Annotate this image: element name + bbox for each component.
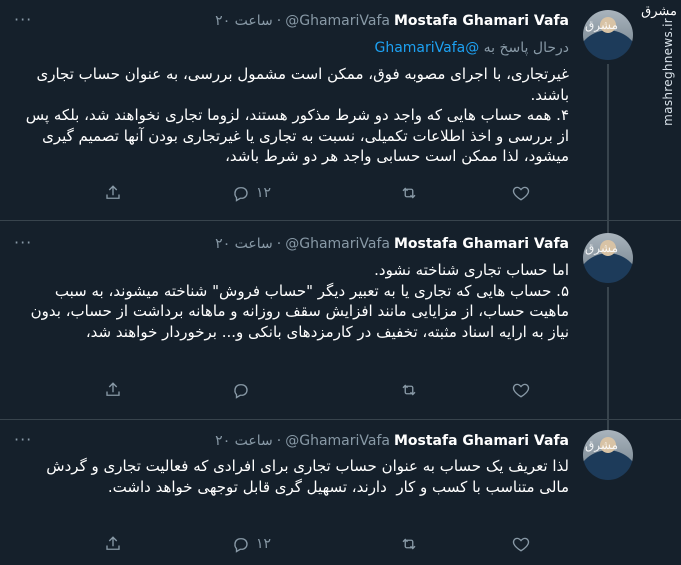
more-options-icon[interactable]: ··· xyxy=(14,430,32,449)
comment-icon xyxy=(234,187,248,202)
timestamp[interactable]: ۲۰ ساعت xyxy=(215,13,273,29)
handle[interactable]: @GhamariVafa xyxy=(285,236,390,252)
more-options-icon[interactable]: ··· xyxy=(14,233,32,252)
retweet-button[interactable] xyxy=(400,184,418,202)
like-button[interactable] xyxy=(512,184,530,202)
handle[interactable]: @GhamariVafa xyxy=(285,13,390,29)
reply-count: ۱۲ xyxy=(256,185,272,201)
heart-icon xyxy=(512,537,530,552)
reply-prefix: درحال پاسخ به xyxy=(483,40,569,56)
reply-button[interactable]: ۱۲ xyxy=(232,184,271,202)
share-icon xyxy=(106,536,120,550)
reply-button[interactable]: ۱۲ xyxy=(232,535,271,553)
display-name[interactable]: Mostafa Ghamari Vafa xyxy=(394,433,569,449)
heart-icon xyxy=(512,383,530,398)
separator-dot: · xyxy=(276,13,282,29)
action-bar xyxy=(0,381,565,403)
share-button[interactable] xyxy=(104,381,122,399)
avatar[interactable]: مشرق xyxy=(583,233,633,283)
share-icon xyxy=(106,185,120,199)
tweet-header: Mostafa Ghamari Vafa @GhamariVafa · ۲۰ س… xyxy=(215,431,569,451)
retweet-icon xyxy=(402,384,416,396)
thread-line xyxy=(607,221,609,233)
retweet-button[interactable] xyxy=(400,535,418,553)
retweet-icon xyxy=(402,187,416,199)
share-icon xyxy=(106,382,120,396)
display-name[interactable]: Mostafa Ghamari Vafa xyxy=(394,13,569,29)
more-options-icon[interactable]: ··· xyxy=(14,10,32,29)
tweet-2[interactable]: مشرق ··· Mostafa Ghamari Vafa @GhamariVa… xyxy=(0,221,681,420)
share-button[interactable] xyxy=(104,535,122,553)
handle[interactable]: @GhamariVafa xyxy=(285,433,390,449)
separator-dot: · xyxy=(276,433,282,449)
like-button[interactable] xyxy=(512,381,530,399)
like-button[interactable] xyxy=(512,535,530,553)
action-bar: ۱۲ xyxy=(0,535,565,557)
tweet-3[interactable]: مشرق ··· Mostafa Ghamari Vafa @GhamariVa… xyxy=(0,420,681,565)
share-button[interactable] xyxy=(104,184,122,202)
reply-mention-link[interactable]: @GhamariVafa xyxy=(374,40,479,56)
retweet-icon xyxy=(402,538,416,550)
timestamp[interactable]: ۲۰ ساعت xyxy=(215,433,273,449)
tweet-text: لذا تعریف یک حساب به عنوان حساب تجاری بر… xyxy=(41,457,569,496)
tweet-text: اما حساب تجاری شناخته نشود. ۵. حساب هایی… xyxy=(30,261,569,341)
reply-count: ۱۲ xyxy=(256,536,272,552)
avatar[interactable]: مشرق xyxy=(583,430,633,480)
tweet-text: غیرتجاری، با اجرای مصوبه فوق، ممکن است م… xyxy=(25,65,569,165)
separator-dot: · xyxy=(276,236,282,252)
avatar[interactable]: مشرق xyxy=(583,10,633,60)
thread-line xyxy=(607,64,609,220)
action-bar: ۱۲ xyxy=(0,184,565,206)
retweet-button[interactable] xyxy=(400,381,418,399)
comment-icon xyxy=(234,384,248,399)
tweet-header: Mostafa Ghamari Vafa @GhamariVafa · ۲۰ س… xyxy=(215,11,569,31)
comment-icon xyxy=(234,538,248,553)
thread-line xyxy=(607,287,609,419)
reply-button[interactable] xyxy=(232,381,256,399)
tweet-1[interactable]: مشرق ··· Mostafa Ghamari Vafa @GhamariVa… xyxy=(0,0,681,221)
display-name[interactable]: Mostafa Ghamari Vafa xyxy=(394,236,569,252)
tweet-header: Mostafa Ghamari Vafa @GhamariVafa · ۲۰ س… xyxy=(215,234,569,254)
reply-context: درحال پاسخ به @GhamariVafa xyxy=(374,40,569,56)
timestamp[interactable]: ۲۰ ساعت xyxy=(215,236,273,252)
thread-line xyxy=(607,420,609,430)
heart-icon xyxy=(512,186,530,201)
